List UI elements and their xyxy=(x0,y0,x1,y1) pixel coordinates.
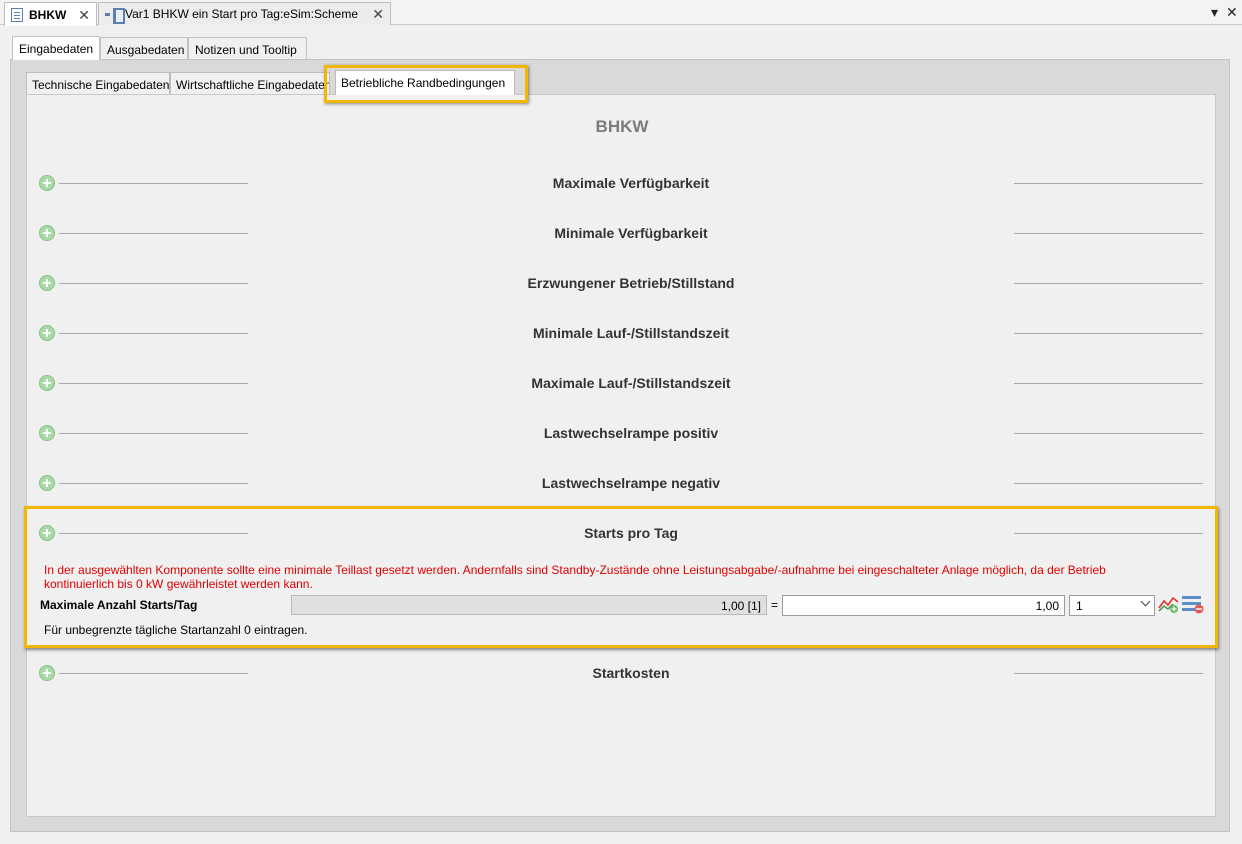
section-title: Maximale Lauf-/Stillstandszeit xyxy=(531,375,731,391)
divider xyxy=(59,433,248,434)
close-icon[interactable]: ✕ xyxy=(372,7,384,21)
expand-plus-icon[interactable] xyxy=(39,525,55,541)
expand-plus-icon[interactable] xyxy=(39,475,55,491)
divider xyxy=(59,673,248,674)
unit-select-value: 1 xyxy=(1076,599,1083,613)
divider xyxy=(1014,333,1203,334)
section-title: Maximale Verfügbarkeit xyxy=(552,175,710,191)
tab-wirtschaftliche-eingabedaten[interactable]: Wirtschaftliche Eingabedaten xyxy=(170,72,330,94)
divider xyxy=(1014,673,1203,674)
close-icon[interactable]: ✕ xyxy=(78,8,90,22)
page-title: BHKW xyxy=(595,117,649,136)
editor-tab-strip: BHKW ✕ Var1 BHKW ein Start pro Tag:eSim:… xyxy=(0,0,1242,26)
highlight-frame-tab xyxy=(324,65,528,103)
section-minimale-laufzeit[interactable]: Minimale Lauf-/Stillstandszeit xyxy=(27,322,1217,346)
tab-eingabedaten[interactable]: Eingabedaten xyxy=(12,36,100,60)
section-title: Startkosten xyxy=(592,665,670,681)
chevron-down-icon xyxy=(1140,596,1151,607)
section-title: Minimale Lauf-/Stillstandszeit xyxy=(532,325,730,341)
expand-plus-icon[interactable] xyxy=(39,275,55,291)
section-lastwechselrampe-negativ[interactable]: Lastwechselrampe negativ xyxy=(27,472,1217,496)
divider xyxy=(59,483,248,484)
section-maximale-verfuegbarkeit[interactable]: Maximale Verfügbarkeit xyxy=(27,172,1217,196)
section-title: Starts pro Tag xyxy=(584,525,678,541)
section-maximale-laufzeit[interactable]: Maximale Lauf-/Stillstandszeit xyxy=(27,372,1217,396)
chart-add-icon[interactable] xyxy=(1158,594,1180,614)
expand-plus-icon[interactable] xyxy=(39,665,55,681)
list-remove-icon[interactable] xyxy=(1181,594,1205,614)
chevron-down-icon[interactable]: ▾ xyxy=(1211,4,1218,21)
section-title: Lastwechselrampe negativ xyxy=(541,475,721,491)
document-icon xyxy=(11,7,23,22)
divider xyxy=(59,183,248,184)
divider xyxy=(1014,483,1203,484)
scheme-icon xyxy=(105,8,125,24)
section-erzwungener-betrieb[interactable]: Erzwungener Betrieb/Stillstand xyxy=(27,272,1217,296)
section-title: Lastwechselrampe positiv xyxy=(543,425,719,441)
section-starts-pro-tag[interactable]: Starts pro Tag xyxy=(27,522,1217,546)
divider xyxy=(1014,383,1203,384)
editor-content: Eingabedaten Ausgabedaten Notizen und To… xyxy=(10,36,1242,844)
warning-line: In der ausgewählten Komponente sollte ei… xyxy=(44,563,1106,577)
expand-plus-icon[interactable] xyxy=(39,175,55,191)
editor-tab-bhkw[interactable]: BHKW ✕ xyxy=(4,2,97,26)
expand-plus-icon[interactable] xyxy=(39,375,55,391)
warning-line: kontinuierlich bis 0 kW gewährleistet we… xyxy=(44,577,313,591)
warning-message: In der ausgewählten Komponente sollte ei… xyxy=(44,563,1174,591)
editor-tab-label: BHKW xyxy=(29,7,67,22)
section-title: Minimale Verfügbarkeit xyxy=(554,225,708,241)
tab-technische-eingabedaten[interactable]: Technische Eingabedaten xyxy=(26,72,170,94)
tab-ausgabedaten[interactable]: Ausgabedaten xyxy=(100,37,188,60)
editor-tab-label: Var1 BHKW ein Start pro Tag:eSim:Scheme xyxy=(125,7,358,21)
divider xyxy=(1014,433,1203,434)
equals-sign: = xyxy=(771,598,779,612)
section-title: Erzwungener Betrieb/Stillstand xyxy=(527,275,735,291)
divider xyxy=(59,533,248,534)
divider xyxy=(59,383,248,384)
max-starts-label: Maximale Anzahl Starts/Tag xyxy=(40,598,198,612)
close-icon[interactable]: ✕ xyxy=(1226,4,1238,21)
expand-plus-icon[interactable] xyxy=(39,325,55,341)
hint-text: Für unbegrenzte tägliche Startanzahl 0 e… xyxy=(44,623,308,637)
section-minimale-verfuegbarkeit[interactable]: Minimale Verfügbarkeit xyxy=(27,222,1217,246)
max-starts-input[interactable]: 1,00 xyxy=(782,595,1065,616)
divider xyxy=(59,283,248,284)
section-startkosten[interactable]: Startkosten xyxy=(27,662,1217,686)
tab-notizen[interactable]: Notizen und Tooltip xyxy=(188,37,307,60)
divider xyxy=(1014,283,1203,284)
divider xyxy=(1014,233,1203,234)
divider xyxy=(1014,533,1203,534)
divider xyxy=(59,233,248,234)
unit-select[interactable]: 1 xyxy=(1069,595,1155,616)
divider xyxy=(59,333,248,334)
expand-plus-icon[interactable] xyxy=(39,225,55,241)
editor-tab-scheme[interactable]: Var1 BHKW ein Start pro Tag:eSim:Scheme … xyxy=(98,2,391,25)
section-lastwechselrampe-positiv[interactable]: Lastwechselrampe positiv xyxy=(27,422,1217,446)
computed-value-field: 1,00 [1] xyxy=(291,595,767,615)
constraints-panel: BHKW Maximale Verfügbarkeit Minimale Ver… xyxy=(24,94,1218,817)
expand-plus-icon[interactable] xyxy=(39,425,55,441)
divider xyxy=(1014,183,1203,184)
